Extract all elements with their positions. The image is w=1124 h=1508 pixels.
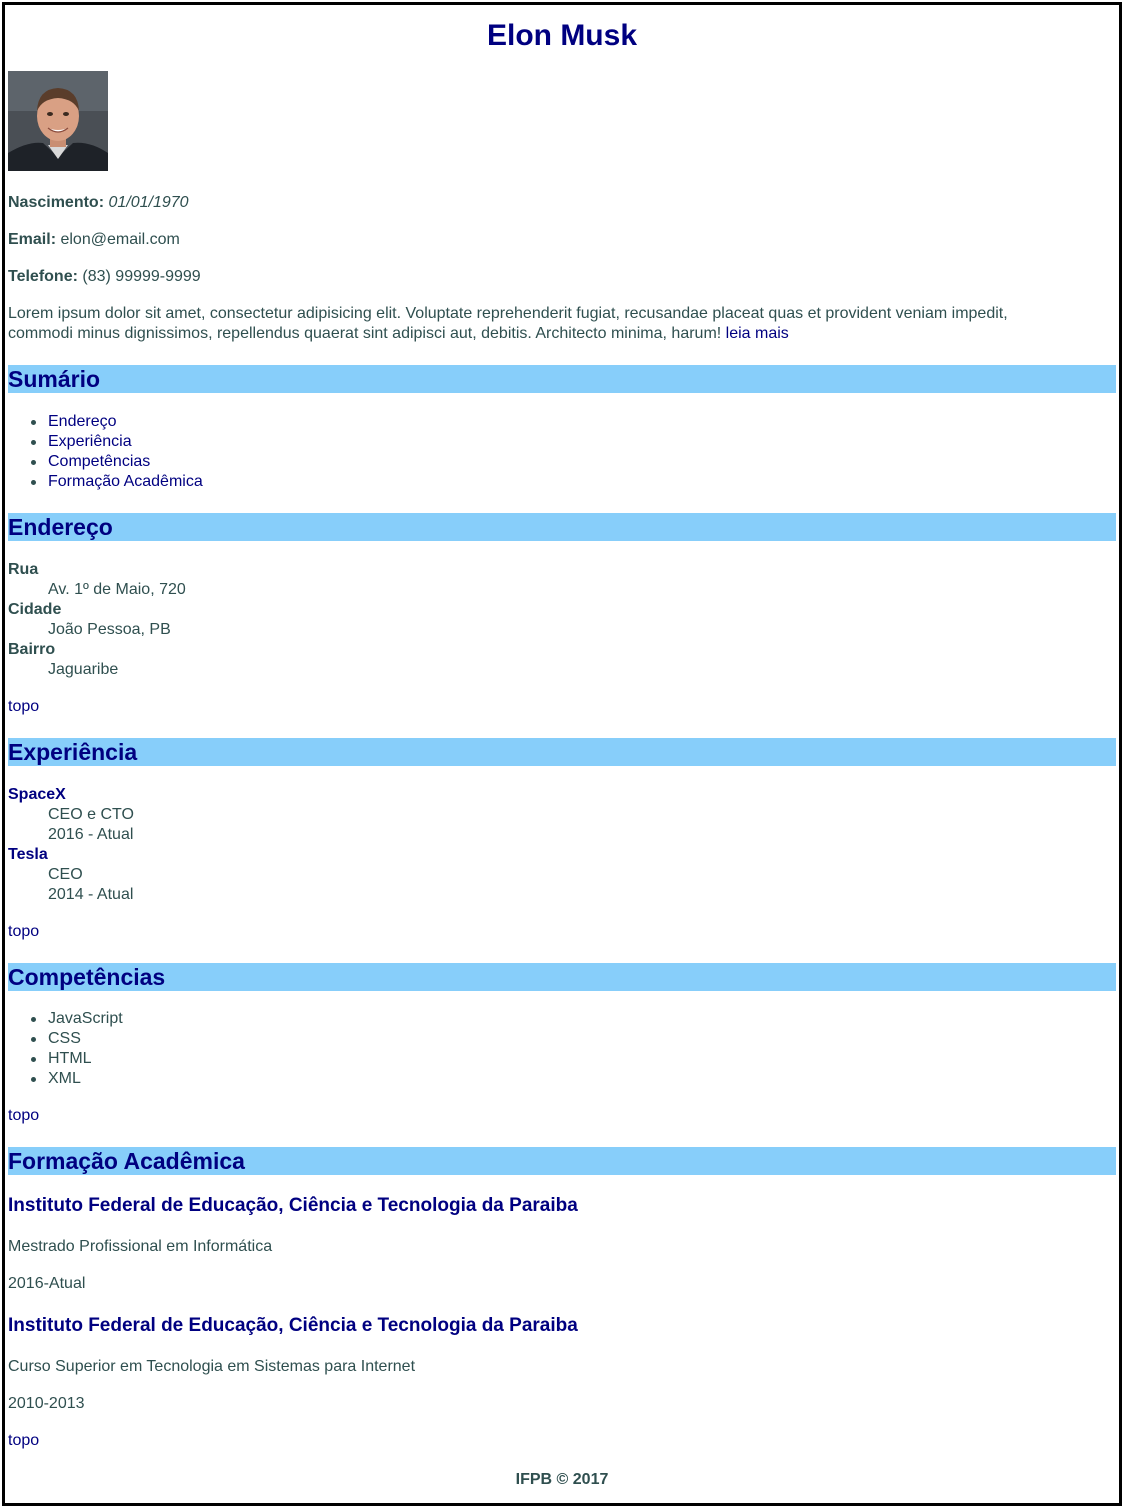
profile-photo-image (8, 71, 108, 171)
section-title-experience: Experiência (8, 738, 1116, 766)
top-link-education[interactable]: topo (8, 1431, 39, 1451)
birth-row: Nascimento: 01/01/1970 (8, 193, 189, 213)
top-link-experience[interactable]: topo (8, 922, 39, 942)
skill-item: HTML (8, 1049, 123, 1069)
summary-link[interactable]: Formação Acadêmica (48, 473, 203, 490)
course-period: 2010-2013 (8, 1395, 85, 1412)
birth-value: 01/01/1970 (108, 194, 189, 211)
section-title-summary: Sumário (8, 365, 1116, 393)
section-title-education: Formação Acadêmica (8, 1147, 1116, 1175)
summary-list: Endereço Experiência Competências Formaç… (8, 412, 203, 492)
email-label: Email: (8, 231, 57, 248)
job-period: 2014 - Atual (48, 886, 134, 903)
top-link-skills[interactable]: topo (8, 1106, 39, 1126)
course-name: Mestrado Profissional em Informática (8, 1238, 273, 1255)
page-frame: Elon Musk Nascimento: 01/01/1970 Email: … (2, 2, 1122, 1506)
city-value: João Pessoa, PB (48, 621, 171, 638)
institution-name: Instituto Federal de Educação, Ciência e… (8, 1195, 578, 1216)
profile-photo (8, 71, 108, 171)
course-period: 2016-Atual (8, 1275, 86, 1292)
skill-item: JavaScript (8, 1009, 123, 1029)
skill-item: XML (8, 1069, 123, 1089)
summary-link[interactable]: Competências (48, 453, 150, 470)
bio-text: commodi minus dignissimos, repellendus q… (8, 325, 722, 342)
company-name[interactable]: SpaceX (8, 785, 134, 805)
company-name[interactable]: Tesla (8, 845, 134, 865)
page-title: Elon Musk (486, 19, 637, 52)
district-value: Jaguaribe (48, 661, 119, 678)
email-value: elon@email.com (60, 231, 180, 248)
top-link-address[interactable]: topo (8, 697, 39, 717)
summary-link[interactable]: Experiência (48, 433, 132, 450)
summary-item-endereco[interactable]: Endereço (8, 412, 203, 432)
experience-list: SpaceX CEO e CTO 2016 - Atual Tesla CEO … (8, 785, 134, 905)
summary-link[interactable]: Endereço (48, 413, 117, 430)
email-row: Email: elon@email.com (8, 230, 180, 250)
skills-list: JavaScript CSS HTML XML (8, 1009, 123, 1089)
footer-text: IFPB © 2017 (515, 1471, 609, 1488)
job-period: 2016 - Atual (48, 826, 134, 843)
read-more-link[interactable]: leia mais (726, 325, 789, 342)
street-label: Rua (8, 561, 39, 578)
bio-line-1: Lorem ipsum dolor sit amet, consectetur … (8, 305, 1008, 322)
job-role: CEO (48, 866, 83, 883)
section-title-address: Endereço (8, 513, 1116, 541)
summary-item-competencias[interactable]: Competências (8, 452, 203, 472)
skill-item: CSS (8, 1029, 123, 1049)
job-role: CEO e CTO (48, 806, 134, 823)
institution-name: Instituto Federal de Educação, Ciência e… (8, 1315, 578, 1336)
address-list: Rua Av. 1º de Maio, 720 Cidade João Pess… (8, 560, 186, 680)
district-label: Bairro (8, 641, 56, 658)
course-name: Curso Superior em Tecnologia em Sistemas… (8, 1358, 416, 1375)
birth-label: Nascimento: (8, 194, 105, 211)
section-title-skills: Competências (8, 963, 1116, 991)
bio-line-2: commodi minus dignissimos, repellendus q… (8, 324, 789, 344)
phone-row: Telefone: (83) 99999-9999 (8, 267, 201, 287)
street-value: Av. 1º de Maio, 720 (48, 581, 186, 598)
phone-value: (83) 99999-9999 (82, 268, 201, 285)
summary-item-formacao[interactable]: Formação Acadêmica (8, 472, 203, 492)
city-label: Cidade (8, 601, 62, 618)
summary-item-experiencia[interactable]: Experiência (8, 432, 203, 452)
phone-label: Telefone: (8, 268, 78, 285)
